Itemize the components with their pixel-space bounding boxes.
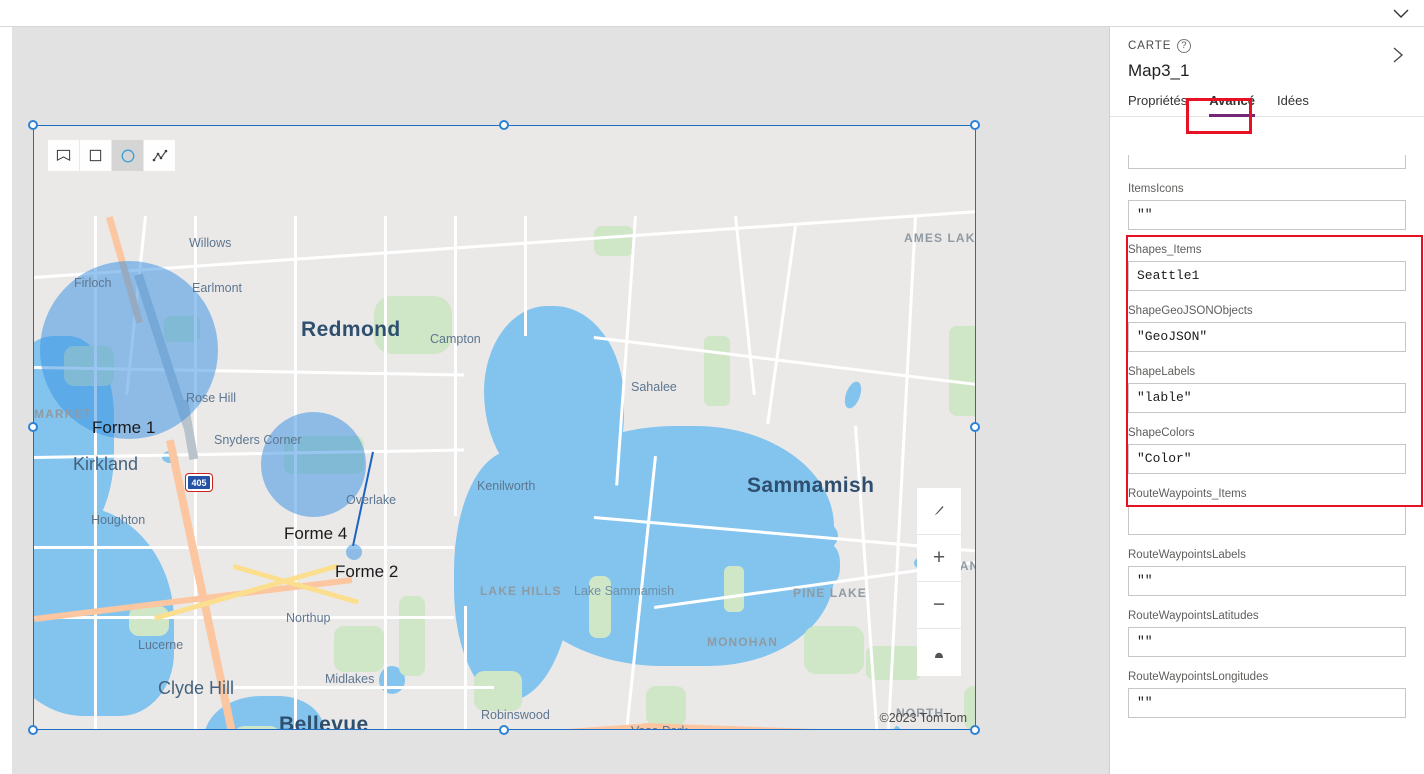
- compass-button[interactable]: [917, 488, 961, 535]
- field-label: ShapeColors: [1128, 427, 1195, 439]
- map-control[interactable]: 405 Forme 1 Forme 4 Forme 2 Willows Firlo…: [28, 106, 1015, 735]
- field-input[interactable]: "lable": [1128, 383, 1406, 413]
- park-area-7: [334, 626, 384, 672]
- field-label: RouteWaypointsLongitudes: [1128, 671, 1269, 683]
- zoom-in-button[interactable]: +: [917, 535, 961, 582]
- park-area-15: [589, 576, 611, 638]
- park-area-8: [399, 596, 425, 676]
- field-shapes-items: Shapes_Items Seattle1: [1128, 244, 1406, 291]
- field-label: RouteWaypoints_Items: [1128, 488, 1247, 500]
- park-area-11: [804, 626, 864, 674]
- panel-title: Map3_1: [1128, 61, 1190, 80]
- polygon-tool[interactable]: [48, 140, 79, 171]
- field-input[interactable]: "": [1128, 688, 1406, 718]
- field-label: ItemsIcons: [1128, 183, 1184, 195]
- field-shapelabels: ShapeLabels "lable": [1128, 366, 1406, 413]
- canvas-left-gutter: [0, 27, 12, 774]
- resize-handle-bottom-right[interactable]: [970, 725, 980, 735]
- panel-kicker-label: CARTE: [1128, 40, 1172, 52]
- circle-tool[interactable]: [112, 140, 143, 171]
- park-area-6: [129, 606, 169, 636]
- park-area-9: [474, 671, 522, 711]
- field-routewaypointslongitudes: RouteWaypointsLongitudes "": [1128, 671, 1406, 718]
- resize-handle-middle-right[interactable]: [970, 422, 980, 432]
- chevron-right-icon[interactable]: [1386, 43, 1410, 67]
- resize-handle-top-left[interactable]: [28, 120, 38, 130]
- field-clipped: "": [1128, 155, 1406, 169]
- map-draw-toolbar[interactable]: [48, 140, 175, 171]
- tab-proprits[interactable]: Propriétés: [1128, 93, 1187, 116]
- road-minor-5: [34, 616, 454, 619]
- map-attribution: ©2023 TomTom: [879, 711, 968, 725]
- field-routewaypointslabels: RouteWaypointsLabels "": [1128, 549, 1406, 596]
- park-area-10: [646, 686, 686, 726]
- map-shape-forme-2[interactable]: [346, 544, 362, 560]
- road-minor-21: [234, 686, 494, 689]
- pitch-button[interactable]: [917, 629, 961, 676]
- properties-panel[interactable]: CARTE ? Map3_1 PropriétésAvancéIdées ""I…: [1110, 27, 1424, 774]
- road-minor-13: [464, 606, 467, 729]
- field-input[interactable]: "Color": [1128, 444, 1406, 474]
- chevron-down-icon[interactable]: [1390, 6, 1412, 22]
- field-label: RouteWaypointsLabels: [1128, 549, 1246, 561]
- field-input[interactable]: "": [1128, 627, 1406, 657]
- field-input[interactable]: "": [1128, 200, 1406, 230]
- resize-handle-top-right[interactable]: [970, 120, 980, 130]
- top-bar: [0, 0, 1424, 27]
- field-input[interactable]: Seattle1: [1128, 261, 1406, 291]
- field-shapecolors: ShapeColors "Color": [1128, 427, 1406, 474]
- panel-header: CARTE ? Map3_1: [1110, 27, 1424, 81]
- road-minor-9: [384, 216, 387, 729]
- map-shape-forme-1[interactable]: [40, 261, 218, 439]
- road-minor-14: [524, 216, 527, 336]
- zoom-out-button[interactable]: −: [917, 582, 961, 629]
- highway-shield-405: 405: [186, 474, 212, 491]
- resize-handle-middle-left[interactable]: [28, 422, 38, 432]
- rectangle-tool[interactable]: [80, 140, 111, 171]
- resize-handle-bottom-center[interactable]: [499, 725, 509, 735]
- field-input[interactable]: "GeoJSON": [1128, 322, 1406, 352]
- resize-handle-bottom-left[interactable]: [28, 725, 38, 735]
- panel-kicker: CARTE ?: [1128, 39, 1406, 53]
- resize-handle-top-center[interactable]: [499, 120, 509, 130]
- field-label: ShapeLabels: [1128, 366, 1196, 378]
- field-input[interactable]: [1128, 505, 1406, 535]
- tab-avanc[interactable]: Avancé: [1209, 93, 1255, 117]
- panel-fields-list[interactable]: "" ItemsIcons "" Shapes_Items Seattle1 ShapeG…: [1110, 155, 1424, 774]
- line-tool[interactable]: [144, 140, 175, 171]
- field-input[interactable]: "": [1128, 155, 1406, 169]
- map-viewport[interactable]: 405 Forme 1 Forme 4 Forme 2 Willows Firlo…: [34, 126, 975, 729]
- park-area-13: [234, 726, 280, 729]
- field-routewaypoints-items: RouteWaypoints_Items: [1128, 488, 1406, 535]
- field-routewaypointslatitudes: RouteWaypointsLatitudes "": [1128, 610, 1406, 657]
- field-label: RouteWaypointsLatitudes: [1128, 610, 1259, 622]
- water-larsen-lake: [509, 651, 529, 673]
- map-shape-forme-4[interactable]: [261, 412, 366, 517]
- field-itemsicons: ItemsIcons "": [1128, 183, 1406, 230]
- field-shapegeojsonobjects: ShapeGeoJSONObjects "GeoJSON": [1128, 305, 1406, 352]
- field-input[interactable]: "": [1128, 566, 1406, 596]
- park-area-3: [949, 326, 975, 416]
- tab-ides[interactable]: Idées: [1277, 93, 1309, 116]
- field-label: ShapeGeoJSONObjects: [1128, 305, 1253, 317]
- help-icon[interactable]: ?: [1177, 39, 1192, 53]
- park-area-16: [724, 566, 744, 612]
- road-minor-10: [454, 216, 457, 516]
- design-canvas[interactable]: 405 Forme 1 Forme 4 Forme 2 Willows Firlo…: [0, 27, 1110, 774]
- park-area-12: [866, 646, 922, 680]
- park-area-18: [594, 226, 634, 256]
- field-label: Shapes_Items: [1128, 244, 1202, 256]
- road-minor-4: [34, 546, 454, 549]
- panel-tabs[interactable]: Propriétés Avancé Idées: [1110, 93, 1424, 117]
- park-area-2: [704, 336, 730, 406]
- map-nav-controls[interactable]: + −: [917, 488, 961, 676]
